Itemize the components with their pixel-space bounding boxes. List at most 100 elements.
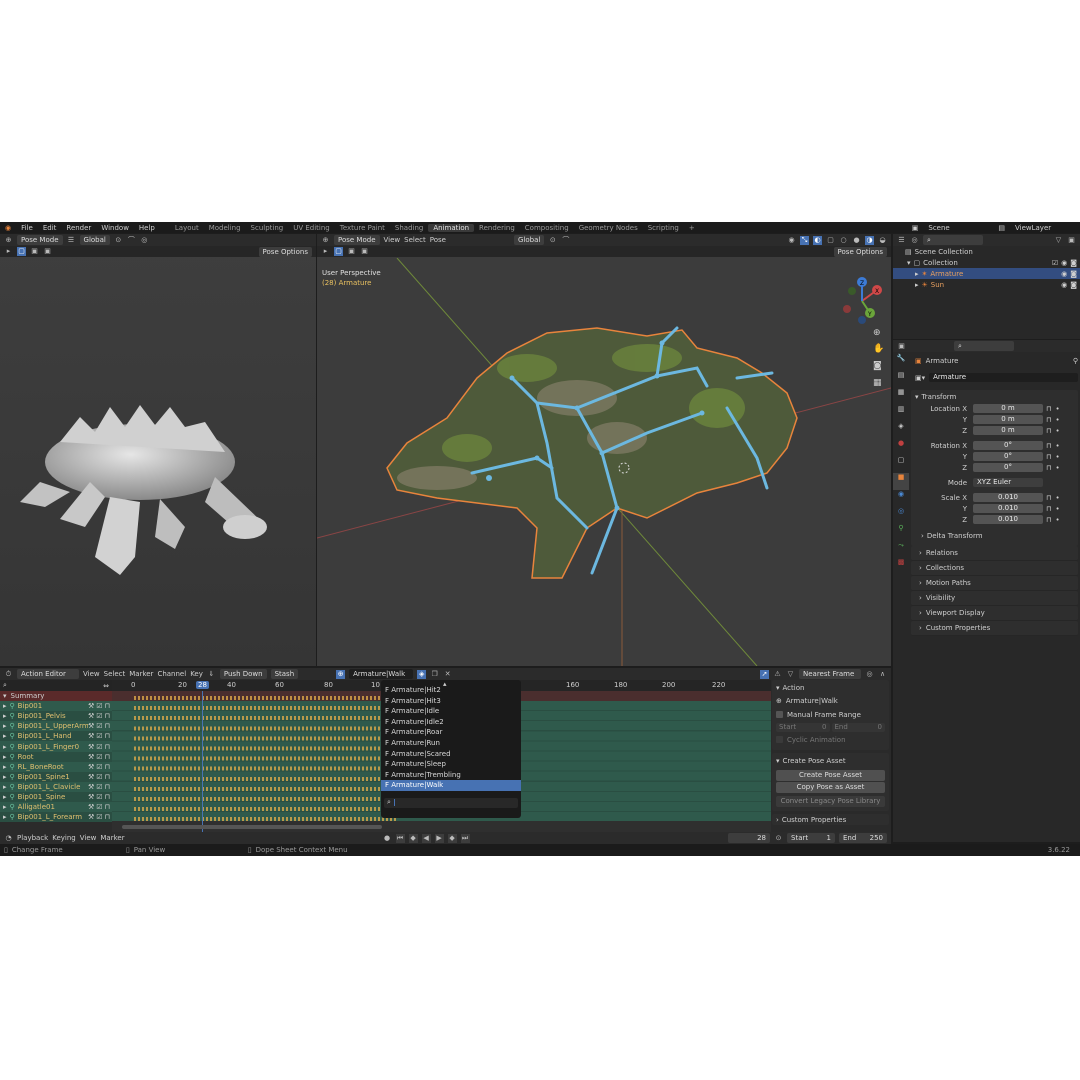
channel-row[interactable]: ▸ ⚲ Root ⚒ ☑ ⊓ <box>0 751 112 762</box>
stash-button[interactable]: Stash <box>270 669 299 679</box>
keyframe-dot-icon[interactable]: • <box>1055 453 1059 461</box>
menu-view[interactable]: View <box>80 834 97 842</box>
lock-icon[interactable]: ⊓ <box>1046 464 1051 472</box>
delta-transform-subpanel[interactable]: › Delta Transform <box>911 529 1078 542</box>
swap-icon[interactable]: ⇔ <box>103 682 109 690</box>
keyframe-dot-icon[interactable]: • <box>1055 464 1059 472</box>
wrench-icon[interactable]: ⚒ <box>88 773 94 781</box>
tab-layout[interactable]: Layout <box>170 224 204 232</box>
checkbox-icon[interactable]: ☑ <box>96 702 102 710</box>
wrench-icon[interactable]: ⚒ <box>88 753 94 761</box>
end-frame-field[interactable]: End 250 <box>839 833 887 843</box>
select-extend-icon[interactable]: ▣ <box>347 247 356 256</box>
dopesheet-type-icon[interactable]: ⏱ <box>4 670 13 679</box>
expand-arrow-icon[interactable]: ▸ <box>3 702 7 710</box>
viewport-display-panel[interactable]: › Viewport Display <box>911 606 1078 621</box>
blender-logo-icon[interactable]: ◉ <box>0 224 16 232</box>
snap-icon[interactable]: ⌒ <box>127 236 136 245</box>
keyframe-dot-icon[interactable]: • <box>1055 494 1059 502</box>
range-end-field[interactable]: End 0 <box>831 722 885 732</box>
side-custom-properties-panel[interactable]: › Custom Properties <box>772 814 889 825</box>
visibility-panel[interactable]: › Visibility <box>911 591 1078 606</box>
playhead-line[interactable] <box>202 691 203 832</box>
wrench-icon[interactable]: ⚒ <box>88 813 94 821</box>
zoom-icon[interactable]: ⊕ <box>873 328 881 338</box>
material-shading-icon[interactable]: ◑ <box>865 235 874 245</box>
main-mode-dropdown[interactable]: Pose Mode <box>334 235 380 245</box>
expand-arrow-icon[interactable]: ▸ <box>3 793 7 801</box>
keyframe-dot-icon[interactable]: • <box>1055 516 1059 524</box>
tab-compositing[interactable]: Compositing <box>520 224 574 232</box>
world-tab-icon[interactable]: ● <box>893 439 909 456</box>
outliner-scene-collection[interactable]: ▤ Scene Collection <box>893 246 1080 257</box>
jump-start-icon[interactable]: ⏮ <box>395 833 405 843</box>
outliner-item-armature[interactable]: ▸ ✶ Armature ◉ ◙ <box>893 268 1080 279</box>
output-tab-icon[interactable]: ▦ <box>893 388 909 405</box>
lock-icon[interactable]: ⊓ <box>105 813 110 821</box>
play-icon[interactable]: ▸ <box>321 247 330 256</box>
tab-sculpting[interactable]: Sculpting <box>246 224 289 232</box>
object-tab-icon[interactable]: ■ <box>893 473 909 490</box>
scroll-up-icon[interactable]: ▴ <box>443 680 447 688</box>
camera-render-icon[interactable]: ◙ <box>1070 281 1077 289</box>
expand-arrow-icon[interactable]: ▸ <box>915 281 919 289</box>
lock-icon[interactable]: ⊓ <box>105 803 110 811</box>
snap-mode-dropdown[interactable]: Nearest Frame <box>799 669 861 679</box>
action-name-field[interactable]: Armature|Walk <box>349 669 414 679</box>
checkbox-icon[interactable]: ☑ <box>96 803 102 811</box>
main-orientation-dropdown[interactable]: Global <box>513 235 545 245</box>
main-pose-options-button[interactable]: Pose Options <box>833 246 887 257</box>
modifier-tab-icon[interactable]: ◉ <box>893 490 909 507</box>
location-y-field[interactable]: 0 m <box>973 415 1043 424</box>
lock-icon[interactable]: ⊓ <box>105 793 110 801</box>
action-option[interactable]: F Armature|Hit3 <box>381 696 521 707</box>
keyframe-dot-icon[interactable]: • <box>1055 416 1059 424</box>
expand-arrow-icon[interactable]: ▸ <box>3 803 7 811</box>
lock-icon[interactable]: ⊓ <box>1046 453 1051 461</box>
eye-icon[interactable]: ◉ <box>1061 259 1067 267</box>
action-option[interactable]: F Armature|Sleep <box>381 759 521 770</box>
duplicate-action-icon[interactable]: ❐ <box>430 670 439 679</box>
lock-icon[interactable]: ⊓ <box>105 763 110 771</box>
new-collection-icon[interactable]: ▣ <box>1067 236 1076 245</box>
preview-range-icon[interactable]: ⊙ <box>774 834 783 843</box>
channel-row[interactable]: ▸ ⚲ Bip001_Spine ⚒ ☑ ⊓ <box>0 791 112 803</box>
create-pose-header[interactable]: ▾ Create Pose Asset <box>776 755 885 767</box>
jump-end-icon[interactable]: ⏭ <box>460 833 470 843</box>
rotation-x-field[interactable]: 0° <box>973 441 1043 450</box>
lock-icon[interactable]: ⊓ <box>1046 516 1051 524</box>
editor-type-icon[interactable]: ⊕ <box>4 236 13 245</box>
create-pose-asset-button[interactable]: Create Pose Asset <box>776 770 885 781</box>
play-icon[interactable]: ▶ <box>434 833 444 843</box>
action-panel-header[interactable]: ▾ Action <box>776 682 885 693</box>
timeline-type-icon[interactable]: ◔ <box>4 834 13 843</box>
menu-select[interactable]: Select <box>404 236 426 244</box>
camera-render-icon[interactable]: ◙ <box>1070 270 1077 278</box>
pivot-icon[interactable]: ⊙ <box>548 236 557 245</box>
menu-channel[interactable]: Channel <box>157 670 186 678</box>
lock-icon[interactable]: ⊓ <box>105 712 110 720</box>
lock-icon[interactable]: ⊓ <box>105 743 110 751</box>
menu-help[interactable]: Help <box>134 224 160 232</box>
solid-shading-icon[interactable]: ● <box>852 236 861 245</box>
cyclic-animation-checkbox[interactable]: Cyclic Animation <box>776 733 885 746</box>
play-reverse-icon[interactable]: ◀ <box>421 833 431 843</box>
lock-icon[interactable]: ⊓ <box>1046 405 1051 413</box>
rotation-mode-dropdown[interactable]: XYZ Euler <box>973 478 1043 487</box>
push-down-button[interactable]: Push Down <box>219 669 267 679</box>
channel-row[interactable]: ▸ ⚲ Bip001_L_UpperArm ⚒ ☑ ⊓ <box>0 721 112 732</box>
armature-data-icon[interactable]: ▣▾ <box>915 374 925 382</box>
camera-icon[interactable]: ◙ <box>873 361 882 371</box>
render-tab-icon[interactable]: ▤ <box>893 371 909 388</box>
checkbox-icon[interactable]: ☑ <box>96 753 102 761</box>
checkbox-icon[interactable]: ☑ <box>96 773 102 781</box>
copy-pose-asset-button[interactable]: Copy Pose as Asset <box>776 782 885 793</box>
lock-icon[interactable]: ⊓ <box>1046 494 1051 502</box>
scene-tab-icon[interactable]: ◈ <box>893 422 909 439</box>
expand-arrow-icon[interactable]: ▸ <box>3 712 7 720</box>
snap-icon[interactable]: ⌒ <box>561 236 570 245</box>
editor-type-icon[interactable]: ⊕ <box>321 236 330 245</box>
menu-view[interactable]: View <box>384 236 401 244</box>
physics-tab-icon[interactable]: ◎ <box>893 507 909 524</box>
keyframe-dot-icon[interactable]: • <box>1055 505 1059 513</box>
